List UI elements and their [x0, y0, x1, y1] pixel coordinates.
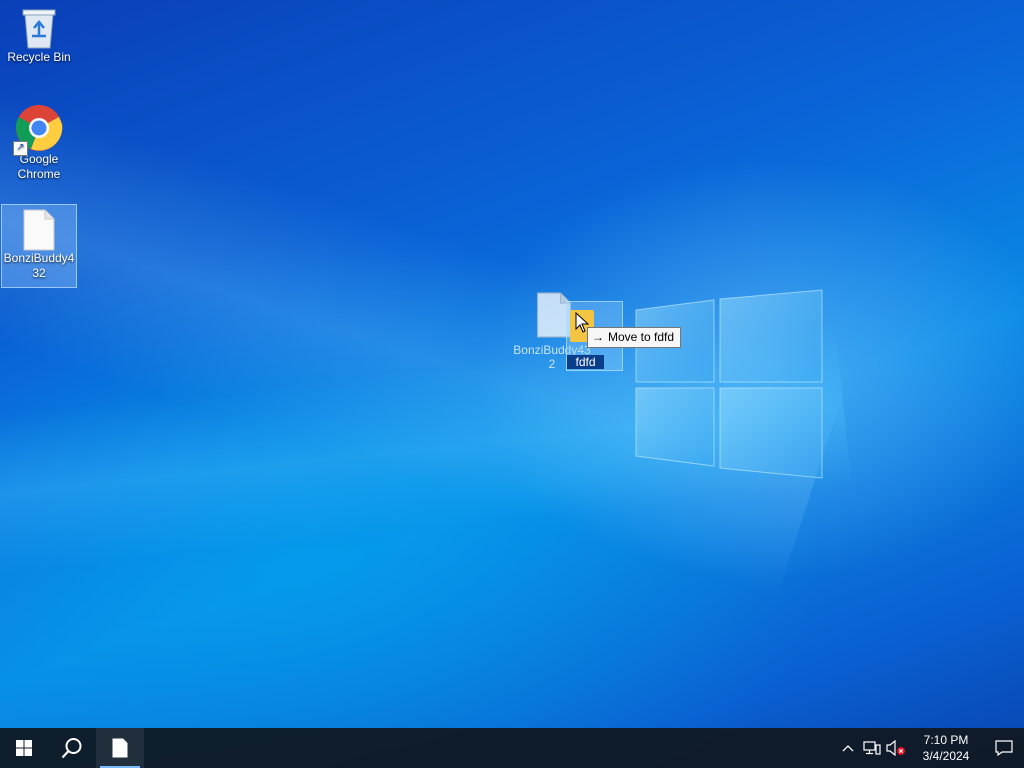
desktop-icon-google-chrome[interactable]: ↗ Google Chrome: [1, 104, 77, 182]
start-button[interactable]: [0, 728, 48, 768]
search-button[interactable]: [48, 728, 96, 768]
shortcut-arrow-icon: ↗: [13, 141, 28, 156]
volume-muted-icon: [886, 740, 905, 756]
action-center-button[interactable]: [984, 728, 1024, 768]
show-hidden-icons-button[interactable]: [836, 728, 860, 768]
text-file-icon: [23, 209, 55, 251]
volume-button[interactable]: [884, 728, 908, 768]
desktop-icon-label: BonziBuddy432: [3, 251, 75, 280]
text-file-icon: [112, 738, 128, 758]
taskbar-app-notepad[interactable]: [96, 728, 144, 768]
drag-tooltip: → Move to fdfd: [587, 327, 682, 348]
folder-label: fdfd: [567, 355, 604, 369]
desktop-icon-label: Google Chrome: [17, 152, 61, 181]
network-icon: [863, 741, 881, 755]
chevron-up-icon: [842, 745, 854, 752]
network-button[interactable]: [860, 728, 884, 768]
desktop-icon-label: Recycle Bin: [7, 50, 71, 64]
clock-time: 7:10 PM: [923, 733, 969, 747]
desktop-icon-recycle-bin[interactable]: Recycle Bin: [1, 6, 77, 65]
search-icon: [61, 738, 82, 759]
clock-date: 3/4/2024: [922, 749, 970, 763]
system-tray: 7:10 PM 3/4/2024: [836, 728, 1024, 768]
windows-start-icon: [16, 740, 32, 756]
recycle-bin-icon: [19, 6, 59, 50]
desktop-icon-bonzibuddy432[interactable]: BonziBuddy432: [1, 204, 77, 288]
chrome-icon: ↗: [13, 104, 63, 156]
taskbar-clock[interactable]: 7:10 PM 3/4/2024: [914, 732, 978, 764]
drag-tooltip-text: Move to fdfd: [608, 330, 675, 344]
action-center-icon: [995, 740, 1013, 756]
taskbar: 7:10 PM 3/4/2024: [0, 728, 1024, 768]
windows-logo-wallpaper: [635, 289, 823, 479]
move-arrow-icon: →: [592, 330, 604, 344]
